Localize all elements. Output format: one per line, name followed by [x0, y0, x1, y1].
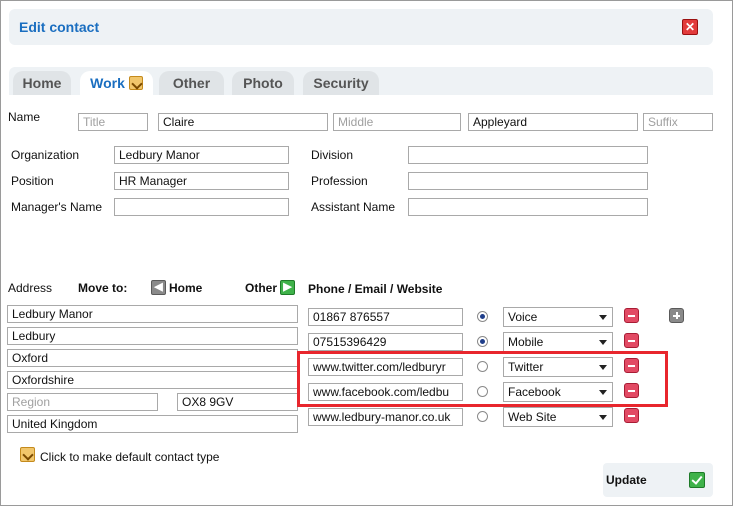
highlight-box [297, 351, 668, 407]
profession-field[interactable] [408, 172, 648, 190]
position-field[interactable]: HR Manager [114, 172, 289, 190]
tab-bar: Home Work Other Photo Security [9, 67, 713, 95]
checkmark-icon [689, 472, 705, 488]
contact-value-field[interactable]: www.ledbury-manor.co.uk [308, 408, 463, 426]
remove-icon[interactable] [624, 408, 639, 423]
tab-security-label: Security [313, 75, 369, 91]
arrow-right-icon[interactable]: ▶ [280, 280, 295, 295]
dropdown-arrow-icon [599, 415, 607, 420]
move-to-home-button[interactable]: Home [169, 281, 202, 295]
remove-icon[interactable] [624, 308, 639, 323]
address-label: Address [8, 281, 53, 295]
tab-home[interactable]: Home [13, 71, 71, 95]
contact-methods-heading: Phone / Email / Website [308, 282, 443, 296]
add-icon[interactable] [669, 308, 684, 323]
tab-security[interactable]: Security [303, 71, 379, 95]
contact-value-field[interactable]: 01867 876557 [308, 308, 463, 326]
dialog-title: Edit contact [19, 19, 100, 35]
default-contact-hint: Click to make default contact type [40, 450, 220, 464]
update-label: Update [606, 473, 647, 487]
default-contact-radio[interactable] [477, 411, 488, 422]
middle-name-field[interactable]: Middle [333, 113, 461, 131]
contact-value-field[interactable]: 07515396429 [308, 333, 463, 351]
organization-label: Organization [11, 148, 80, 162]
contact-type-select[interactable]: Mobile [503, 332, 613, 352]
close-icon[interactable]: ✕ [682, 19, 698, 35]
tab-other-label: Other [172, 75, 211, 91]
city-field[interactable]: Oxford [7, 349, 298, 367]
remove-icon[interactable] [624, 333, 639, 348]
assistant-name-field[interactable] [408, 198, 648, 216]
dropdown-arrow-icon [599, 315, 607, 320]
tab-photo-label: Photo [243, 75, 283, 91]
tab-other[interactable]: Other [159, 71, 224, 95]
first-name-field[interactable]: Claire [158, 113, 328, 131]
title-bar: Edit contact ✕ [9, 9, 713, 45]
title-field[interactable]: Title [78, 113, 148, 131]
default-contact-radio[interactable] [477, 336, 488, 347]
edit-icon[interactable] [20, 447, 35, 462]
address-line2-field[interactable]: Ledbury [7, 327, 298, 345]
county-field[interactable]: Oxfordshire [7, 371, 298, 389]
managers-name-field[interactable] [114, 198, 289, 216]
arrow-left-icon[interactable]: ◀ [151, 280, 166, 295]
edit-icon [128, 76, 143, 91]
default-contact-radio[interactable] [477, 311, 488, 322]
move-to-other-button[interactable]: Other [245, 281, 277, 295]
name-label: Name [8, 110, 41, 124]
division-field[interactable] [408, 146, 648, 164]
tab-work-label: Work [90, 75, 125, 91]
region-field[interactable]: Region [7, 393, 158, 411]
postcode-field[interactable]: OX8 9GV [177, 393, 298, 411]
contact-type-select[interactable]: Web Site [503, 407, 613, 427]
dropdown-arrow-icon [599, 340, 607, 345]
organization-field[interactable]: Ledbury Manor [114, 146, 289, 164]
assistant-name-label: Assistant Name [311, 200, 396, 214]
tab-photo[interactable]: Photo [232, 71, 294, 95]
country-field[interactable]: United Kingdom [7, 415, 298, 433]
tab-work[interactable]: Work [80, 71, 153, 95]
last-name-field[interactable]: Appleyard [468, 113, 638, 131]
suffix-field[interactable]: Suffix [643, 113, 713, 131]
contact-type-value: Voice [508, 310, 538, 324]
edit-contact-dialog: Edit contact ✕ Home Work Other Photo Sec… [0, 0, 733, 506]
contact-type-value: Web Site [508, 410, 557, 424]
contact-type-value: Mobile [508, 335, 544, 349]
address-line1-field[interactable]: Ledbury Manor [7, 305, 298, 323]
position-label: Position [11, 174, 54, 188]
profession-label: Profession [311, 174, 368, 188]
move-to-label: Move to: [78, 281, 128, 295]
managers-name-label: Manager's Name [11, 200, 102, 214]
division-label: Division [311, 148, 354, 162]
tab-home-label: Home [22, 75, 62, 91]
update-button[interactable]: Update [603, 463, 713, 497]
contact-type-select[interactable]: Voice [503, 307, 613, 327]
